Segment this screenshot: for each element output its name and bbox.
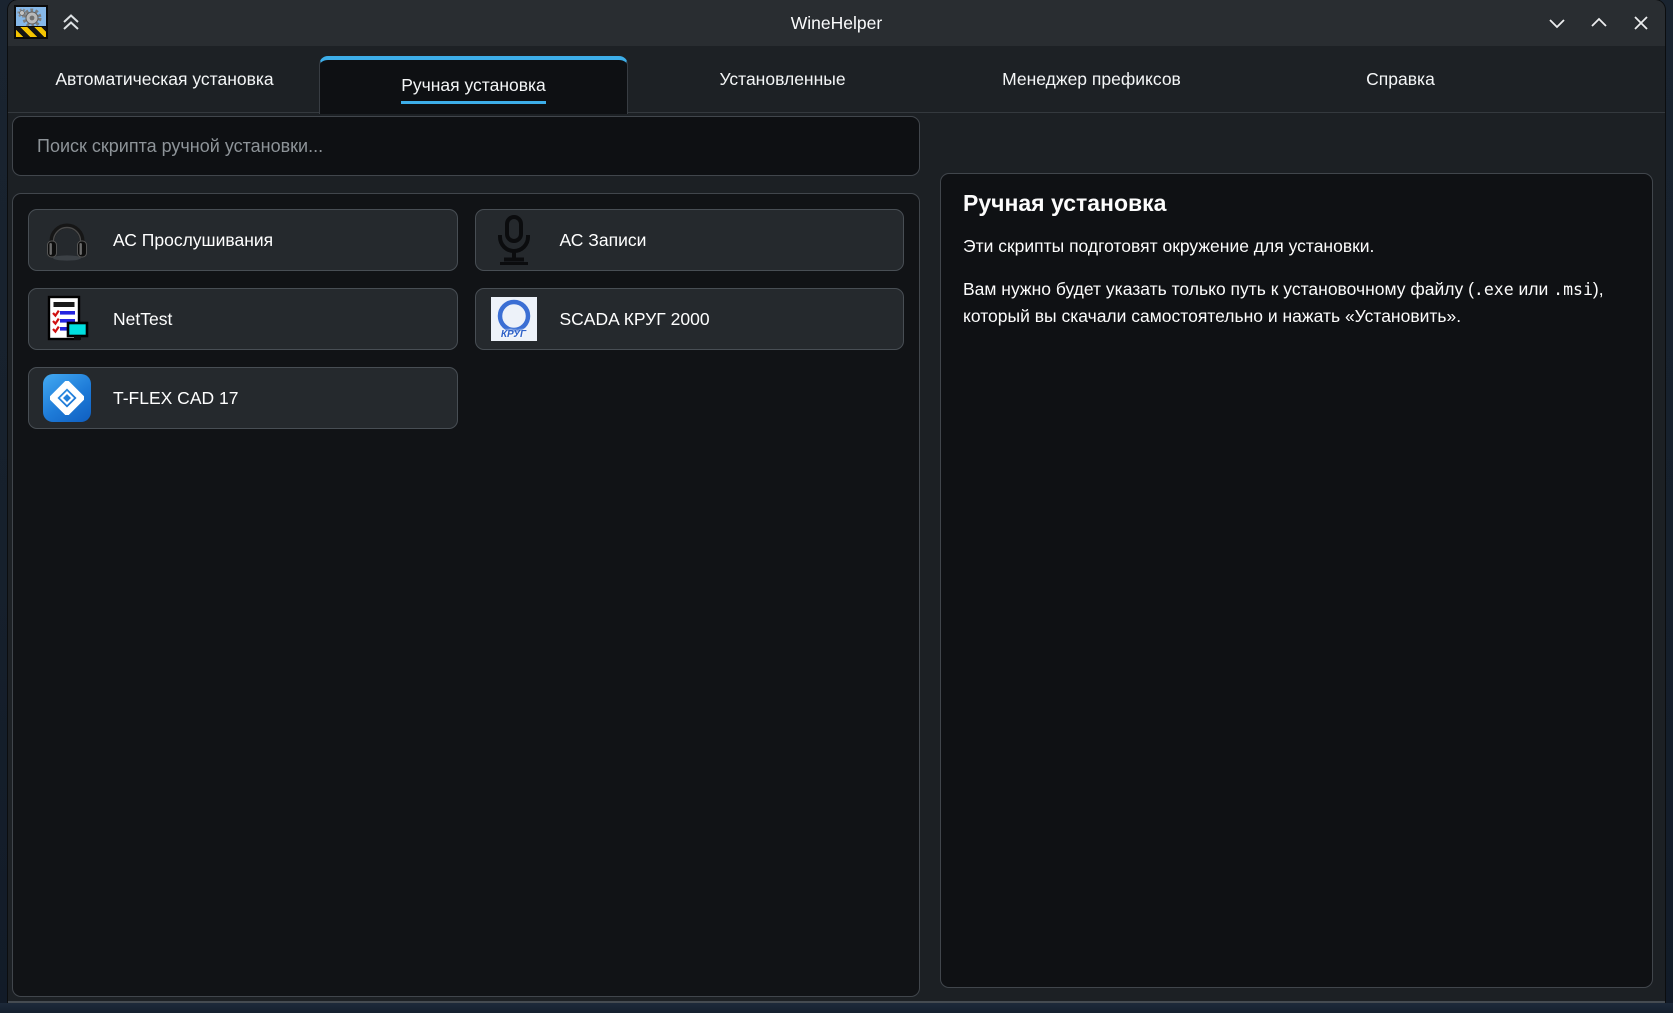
script-item-tflex-cad[interactable]: T-FLEX CAD 17: [28, 367, 458, 429]
winehelper-window: WineHelper Автоматическая установка: [8, 0, 1665, 1004]
script-item-as-recording[interactable]: АС Записи: [475, 209, 905, 271]
script-label: SCADA КРУГ 2000: [560, 309, 710, 330]
shade-window-button[interactable]: [58, 10, 84, 36]
script-list: АС Прослушивания АС Записи: [12, 193, 920, 997]
script-label: АС Прослушивания: [113, 230, 273, 251]
tab-installed[interactable]: Установленные: [628, 46, 937, 113]
script-item-as-listening[interactable]: АС Прослушивания: [28, 209, 458, 271]
tab-bar: Автоматическая установка Ручная установк…: [8, 46, 1665, 113]
krug-logo-icon: КРУГ: [490, 295, 538, 343]
window-controls: [1543, 0, 1655, 46]
krug-logo-text: КРУГ: [501, 329, 526, 340]
double-chevron-up-icon: [59, 11, 83, 35]
exe-extension: .exe: [1474, 280, 1514, 299]
taskbar-sliver: [0, 1003, 1673, 1013]
script-label: NetTest: [113, 309, 172, 330]
microphone-icon: [490, 216, 538, 264]
script-label: T-FLEX CAD 17: [113, 388, 238, 409]
checklist-monitor-icon: [43, 295, 91, 343]
maximize-button[interactable]: [1585, 9, 1613, 37]
tab-prefix-manager[interactable]: Менеджер префиксов: [937, 46, 1246, 113]
script-item-nettest[interactable]: NetTest: [28, 288, 458, 350]
chevron-down-icon: [1546, 12, 1568, 34]
info-paragraph-2: Вам нужно будет указать только путь к ус…: [963, 276, 1630, 330]
tflex-logo-icon: [43, 374, 91, 422]
headphones-icon: [43, 216, 91, 264]
search-input[interactable]: [12, 116, 920, 176]
script-label: АС Записи: [560, 230, 647, 251]
info-paragraph-1: Эти скрипты подготовят окружение для уст…: [963, 233, 1630, 260]
tab-help[interactable]: Справка: [1246, 46, 1555, 113]
script-item-scada-krug[interactable]: КРУГ SCADA КРУГ 2000: [475, 288, 905, 350]
titlebar: WineHelper: [8, 0, 1665, 46]
app-window-menu-icon[interactable]: [14, 5, 48, 39]
close-x-icon: [1630, 12, 1652, 34]
info-panel-heading: Ручная установка: [963, 190, 1630, 217]
tab-automatic-install[interactable]: Автоматическая установка: [10, 46, 319, 113]
info-panel: Ручная установка Эти скрипты подготовят …: [940, 173, 1653, 988]
chevron-up-icon: [1588, 12, 1610, 34]
minimize-button[interactable]: [1543, 9, 1571, 37]
msi-extension: .msi: [1553, 280, 1593, 299]
window-title: WineHelper: [8, 0, 1665, 46]
close-button[interactable]: [1627, 9, 1655, 37]
tab-manual-install[interactable]: Ручная установка: [319, 56, 628, 114]
hazard-stripes: [16, 26, 46, 37]
